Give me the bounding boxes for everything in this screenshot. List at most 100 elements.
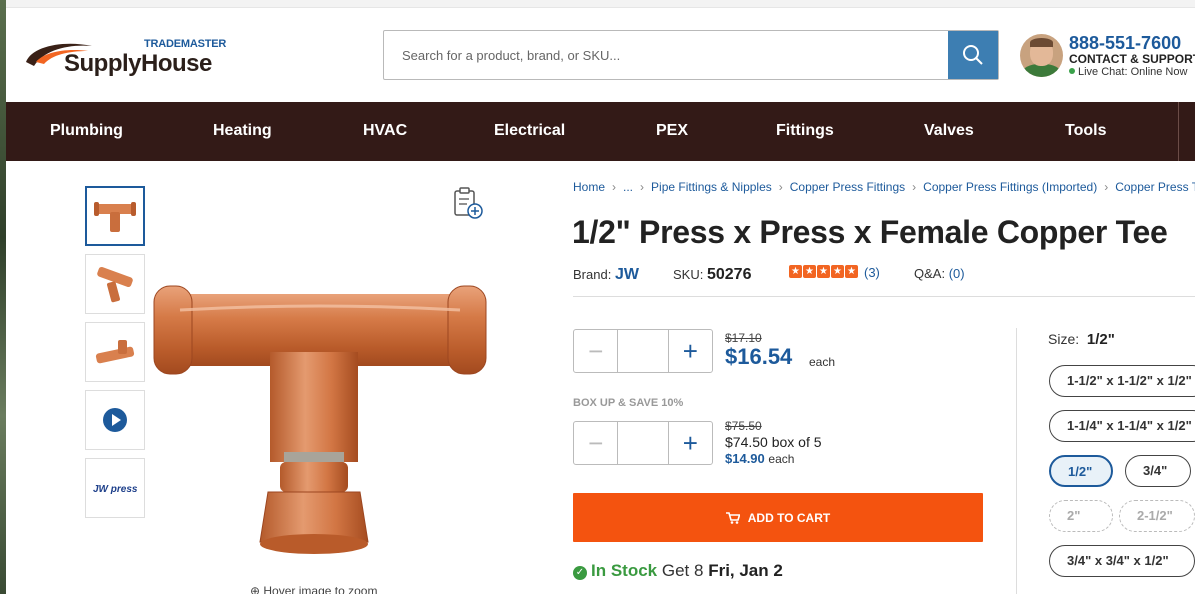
qa-label: Q&A: <box>914 266 946 281</box>
product-title: 1/2" Press x Press x Female Copper Tee <box>572 214 1168 250</box>
chevron-right-icon: › <box>1104 180 1109 194</box>
size-option[interactable]: 3/4" x 3/4" x 1/2" <box>1049 545 1195 577</box>
size-option-unavailable[interactable]: 2" <box>1049 500 1113 532</box>
decrease-qty-button[interactable]: − <box>574 330 617 372</box>
brand-link[interactable]: JW <box>615 266 639 283</box>
main-product-image[interactable] <box>150 280 490 562</box>
logo-wordmark: SupplyHouse <box>64 50 212 77</box>
brand-label: Brand: <box>573 267 612 282</box>
box-up-label: BOX UP & SAVE 10% <box>573 397 684 409</box>
box-unit-label: each <box>768 452 795 466</box>
cart-icon <box>725 511 740 524</box>
star-icon: ★ <box>831 265 844 278</box>
brand-info: Brand: JW <box>573 266 639 284</box>
live-chat-status[interactable]: Live Chat: Online Now <box>1069 66 1187 78</box>
box-price: $74.50 box of 5 <box>725 434 822 450</box>
star-icon: ★ <box>845 265 858 278</box>
gallery-thumb-2[interactable] <box>85 254 145 314</box>
increase-box-qty-button[interactable]: + <box>669 422 712 464</box>
size-option[interactable]: 1-1/4" x 1-1/4" x 1/2" <box>1049 410 1195 442</box>
sku-info: SKU: 50276 <box>673 266 751 284</box>
play-video-icon <box>103 408 127 432</box>
size-label: Size: 1/2" <box>1048 331 1115 348</box>
decrease-box-qty-button[interactable]: − <box>574 422 617 464</box>
check-circle-icon: ✓ <box>573 566 587 580</box>
breadcrumb-pipe-fittings[interactable]: Pipe Fittings & Nipples <box>651 180 772 194</box>
main-nav: Plumbing Heating HVAC Electrical PEX Fit… <box>6 102 1195 161</box>
column-divider <box>1016 328 1017 594</box>
nav-hvac[interactable]: HVAC <box>363 102 407 161</box>
rating-stars[interactable]: ★ ★ ★ ★ ★ <box>789 265 858 278</box>
search-input[interactable] <box>384 31 948 79</box>
original-price: $17.10 <box>725 331 762 345</box>
contact-support-link[interactable]: CONTACT & SUPPORT <box>1069 52 1195 66</box>
nav-divider <box>1178 102 1179 161</box>
jw-press-logo-icon: JW press <box>93 484 138 495</box>
search-icon <box>963 45 983 65</box>
support-avatar <box>1020 34 1063 77</box>
breadcrumb-copper-press-imported[interactable]: Copper Press Fittings (Imported) <box>923 180 1097 194</box>
gallery-thumb-1[interactable] <box>85 186 145 246</box>
size-option-selected[interactable]: 1/2" <box>1049 455 1113 487</box>
box-unit-price: $14.90 each <box>725 451 794 466</box>
gallery-thumb-video[interactable] <box>85 390 145 450</box>
stock-status: ✓ In Stock Get 8 Fri, Jan 2 <box>573 561 783 581</box>
nav-fittings[interactable]: Fittings <box>776 102 834 161</box>
stock-get-label: Get 8 <box>661 561 704 580</box>
box-quantity-input[interactable] <box>617 422 669 464</box>
gallery-thumb-brand[interactable]: JW press <box>85 458 145 518</box>
quantity-stepper: − + <box>573 329 713 373</box>
breadcrumb-copper-press-tees[interactable]: Copper Press Tees <box>1115 180 1195 194</box>
search-bar <box>383 30 999 80</box>
online-status-icon <box>1069 68 1075 74</box>
size-label-text: Size: <box>1048 331 1080 347</box>
selected-size: 1/2" <box>1086 331 1115 348</box>
add-to-cart-button[interactable]: ADD TO CART <box>573 493 983 542</box>
sku-label: SKU: <box>673 267 704 282</box>
search-button[interactable] <box>948 31 998 79</box>
tee-fitting-icon <box>94 202 136 232</box>
star-icon: ★ <box>789 265 802 278</box>
nav-heating[interactable]: Heating <box>213 102 272 161</box>
breadcrumb-ellipsis[interactable]: ... <box>623 180 633 194</box>
phone-number[interactable]: 888-551-7600 <box>1069 33 1181 54</box>
review-count-link[interactable]: (3) <box>864 265 880 280</box>
chevron-right-icon: › <box>612 180 617 194</box>
size-option[interactable]: 3/4" <box>1125 455 1191 487</box>
live-chat-label: Live Chat: Online Now <box>1078 66 1188 78</box>
box-unit-price-value: $14.90 <box>725 451 765 466</box>
nav-electrical[interactable]: Electrical <box>494 102 565 161</box>
tee-fitting-angle-icon <box>97 266 133 303</box>
logo-tagline: TRADEMASTER <box>144 38 227 50</box>
divider <box>573 296 1195 297</box>
breadcrumb: Home ›... › Pipe Fittings & Nipples › Copper … <box>573 180 1195 194</box>
in-stock-label: In Stock <box>591 561 658 580</box>
chevron-right-icon: › <box>778 180 783 194</box>
size-option-unavailable[interactable]: 2-1/2" <box>1119 500 1195 532</box>
chevron-right-icon: › <box>640 180 645 194</box>
tee-fitting-side-icon <box>95 340 135 364</box>
add-to-list-icon[interactable] <box>452 186 484 220</box>
star-icon: ★ <box>817 265 830 278</box>
qa-count-link[interactable]: (0) <box>949 266 965 281</box>
price-unit: each <box>809 355 836 369</box>
nav-plumbing[interactable]: Plumbing <box>50 102 123 161</box>
site-header: TRADEMASTER SupplyHouse 888-551-7600 CON… <box>6 8 1195 102</box>
nav-pex[interactable]: PEX <box>656 102 688 161</box>
breadcrumb-home[interactable]: Home <box>573 180 605 194</box>
site-logo[interactable]: TRADEMASTER SupplyHouse <box>24 36 234 86</box>
sale-price: $16.54 <box>725 344 793 369</box>
nav-tools[interactable]: Tools <box>1065 102 1106 161</box>
delivery-date: Fri, Jan 2 <box>708 561 783 580</box>
size-option[interactable]: 1-1/2" x 1-1/2" x 1/2" <box>1049 365 1195 397</box>
zoom-hint-text: Hover image to zoom <box>263 584 378 594</box>
zoom-hint: ⊕ Hover image to zoom <box>250 584 377 594</box>
gallery-thumb-3[interactable] <box>85 322 145 382</box>
add-to-cart-label: ADD TO CART <box>747 510 831 525</box>
star-icon: ★ <box>803 265 816 278</box>
breadcrumb-copper-press[interactable]: Copper Press Fittings <box>790 180 905 194</box>
increase-qty-button[interactable]: + <box>669 330 712 372</box>
quantity-input[interactable] <box>617 330 669 372</box>
box-original-price: $75.50 <box>725 419 762 433</box>
nav-valves[interactable]: Valves <box>924 102 974 161</box>
